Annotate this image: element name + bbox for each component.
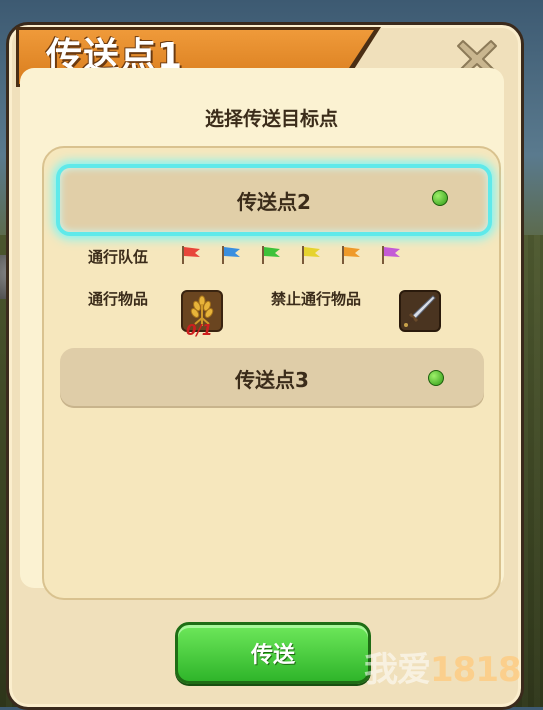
teleport-button[interactable]: 传送 (175, 622, 371, 684)
watermark: 我爱1818 (364, 650, 522, 690)
destination-item-3[interactable]: 传送点3 (60, 348, 484, 408)
status-dot-icon (432, 190, 448, 206)
blue-flag-icon (222, 246, 240, 264)
green-flag-icon (262, 246, 280, 264)
forbidden-item-slot[interactable] (399, 290, 441, 332)
yellow-flag-icon (302, 246, 320, 264)
teleport-button-label: 传送 (250, 643, 295, 668)
teams-label: 通行队伍 (88, 248, 149, 266)
sword-icon (404, 295, 436, 327)
item-count: 0/1 (186, 321, 213, 339)
dialog-subtitle: 选择传送目标点 (204, 108, 338, 130)
items-label: 通行物品 (88, 290, 149, 308)
forbidden-items-label: 禁止通行物品 (271, 290, 362, 308)
destination-item-2[interactable]: 传送点2 (56, 164, 492, 236)
destination-label: 传送点3 (235, 367, 309, 392)
orange-flag-icon (342, 246, 360, 264)
red-flag-icon (182, 246, 200, 264)
purple-flag-icon (382, 246, 400, 264)
status-dot-icon (428, 370, 444, 386)
destination-label: 传送点2 (237, 189, 311, 214)
